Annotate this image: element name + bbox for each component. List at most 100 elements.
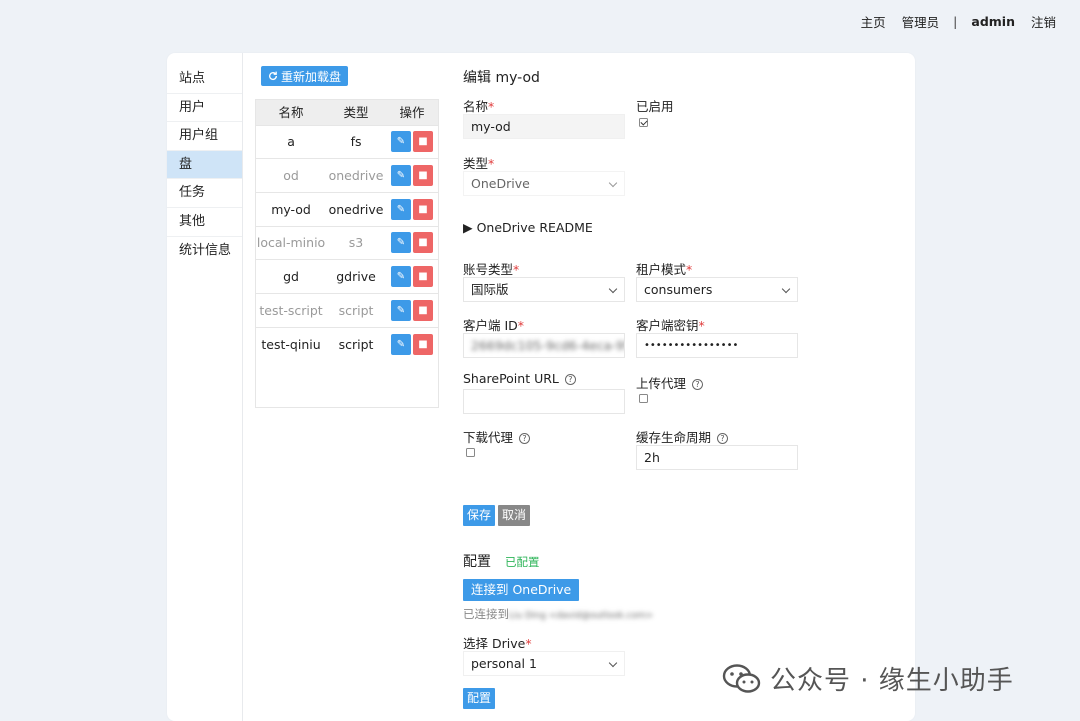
top-nav: 主页 管理员 | admin 注销 [853,12,1064,31]
cache-ttl-label: 缓存生命周期? [636,427,729,446]
nav-admin-link[interactable]: 管理员 [894,12,948,31]
cache-ttl-input[interactable]: 2h [636,445,798,470]
type-label: 类型* [463,156,495,171]
col-ops-header: 操作 [385,99,439,125]
name-input[interactable]: my-od [463,114,625,139]
client-id-value: 2669dc105-9cd6-4eca-9563 [471,338,624,353]
drive-name: a [255,124,328,159]
drive-select[interactable]: personal 1 [463,651,625,676]
edit-icon[interactable]: ✎ [391,266,411,288]
drive-name: local-minio [255,225,328,260]
drives-table: 名称 类型 操作 a fs ✎ ■ od onedrive ✎ ■ my-od on… [255,99,439,361]
edit-icon[interactable]: ✎ [391,131,411,153]
tenant-select[interactable]: consumers [636,277,798,302]
sidebar-item-users[interactable]: 用户 [167,94,242,123]
drive-name: test-qiniu [255,326,328,361]
edit-icon[interactable]: ✎ [391,232,411,254]
table-row: test-qiniu script ✎ ■ [255,326,439,361]
drive-type: script [327,326,385,361]
delete-icon[interactable]: ■ [413,299,433,321]
tenant-label: 租户模式* [636,262,693,277]
enabled-checkbox[interactable] [639,118,648,127]
sidebar-divider [242,53,243,721]
delete-icon[interactable]: ■ [413,266,433,288]
edit-icon[interactable]: ✎ [391,198,411,220]
help-icon[interactable]: ? [519,433,531,444]
table-row: test-script script ✎ ■ [255,292,439,328]
sidebar-item-stats[interactable]: 统计信息 [167,237,242,266]
wechat-icon [722,663,761,693]
refresh-icon [269,71,278,81]
account-type-label: 账号类型* [463,262,520,277]
help-icon[interactable]: ? [564,374,576,385]
drives-table-header: 名称 类型 操作 [255,99,439,125]
drive-name: od [255,158,328,193]
delete-icon[interactable]: ■ [413,333,433,355]
cancel-button[interactable]: 取消 [498,505,531,526]
readme-toggle[interactable]: ▶ OneDrive README [463,220,593,235]
admin-card: 站点 用户 用户组 盘 任务 其他 统计信息 重新加载盘 名称 类型 操作 a … [167,53,915,721]
name-label: 名称* [463,99,495,114]
type-select[interactable]: OneDrive [463,171,625,196]
help-icon[interactable]: ? [717,433,729,444]
client-secret-input[interactable]: •••••••••••••••• [636,333,798,358]
sidebar-item-tasks[interactable]: 任务 [167,179,242,208]
nav-user-link[interactable]: admin [963,14,1023,29]
config-section: 配置 已配置 [463,551,540,571]
drive-name: gd [255,259,328,294]
drive-type: s3 [327,225,385,260]
drive-type: fs [327,124,385,159]
watermark: 公众号 · 缘生小助手 [722,660,1014,697]
download-proxy-label: 下载代理? [463,427,531,446]
form-title: 编辑 my-od [463,70,540,86]
delete-icon[interactable]: ■ [413,232,433,254]
connected-prefix: 已连接到 [463,607,509,621]
upload-proxy-label: 上传代理? [636,373,704,392]
connected-account-text: 已连接到Liu Ding <david@outlook.com> [463,606,653,622]
nav-logout-link[interactable]: 注销 [1023,12,1064,31]
save-button[interactable]: 保存 [463,505,496,526]
connected-account: Liu Ding <david@outlook.com> [509,611,654,621]
edit-icon[interactable]: ✎ [391,333,411,355]
reload-drives-label: 重新加载盘 [281,69,342,84]
delete-icon[interactable]: ■ [413,165,433,187]
enabled-label: 已启用 [636,99,674,114]
config-title: 配置 [463,554,491,570]
drive-name: my-od [255,191,328,227]
delete-icon[interactable]: ■ [413,198,433,220]
edit-icon[interactable]: ✎ [391,299,411,321]
client-id-label: 客户端 ID* [463,318,525,333]
apply-config-button[interactable]: 配置 [463,688,496,709]
account-type-select[interactable]: 国际版 [463,277,625,302]
download-proxy-checkbox[interactable] [466,448,475,457]
sidebar-item-drives[interactable]: 盘 [167,150,242,180]
nav-separator: | [953,14,958,29]
table-row: local-minio s3 ✎ ■ [255,225,439,260]
sidebar-item-other[interactable]: 其他 [167,208,242,237]
reload-drives-button[interactable]: 重新加载盘 [261,66,349,86]
upload-proxy-checkbox[interactable] [639,394,648,403]
nav-home-link[interactable]: 主页 [853,12,894,31]
col-name-header: 名称 [255,99,328,125]
drive-type: gdrive [327,259,385,294]
client-id-input[interactable]: 2669dc105-9cd6-4eca-9563 [463,333,625,358]
connect-onedrive-button[interactable]: 连接到 OneDrive [463,579,580,601]
sidebar-item-site[interactable]: 站点 [167,65,242,94]
sharepoint-input[interactable] [463,389,625,414]
table-row: a fs ✎ ■ [255,124,439,159]
sharepoint-label: SharePoint URL? [463,371,576,386]
client-secret-label: 客户端密钥* [636,318,705,333]
table-row: gd gdrive ✎ ■ [255,259,439,294]
drive-type: script [327,292,385,328]
drive-name: test-script [255,292,328,328]
drive-type: onedrive [327,158,385,193]
edit-icon[interactable]: ✎ [391,165,411,187]
help-icon[interactable]: ? [692,379,704,390]
delete-icon[interactable]: ■ [413,131,433,153]
admin-sidebar: 站点 用户 用户组 盘 任务 其他 统计信息 [167,65,242,265]
select-drive-label: 选择 Drive* [463,636,532,651]
table-row: my-od onedrive ✎ ■ [255,191,439,227]
config-status-badge: 已配置 [505,555,540,569]
sidebar-item-groups[interactable]: 用户组 [167,122,242,151]
watermark-text: 公众号 · 缘生小助手 [770,666,1014,696]
